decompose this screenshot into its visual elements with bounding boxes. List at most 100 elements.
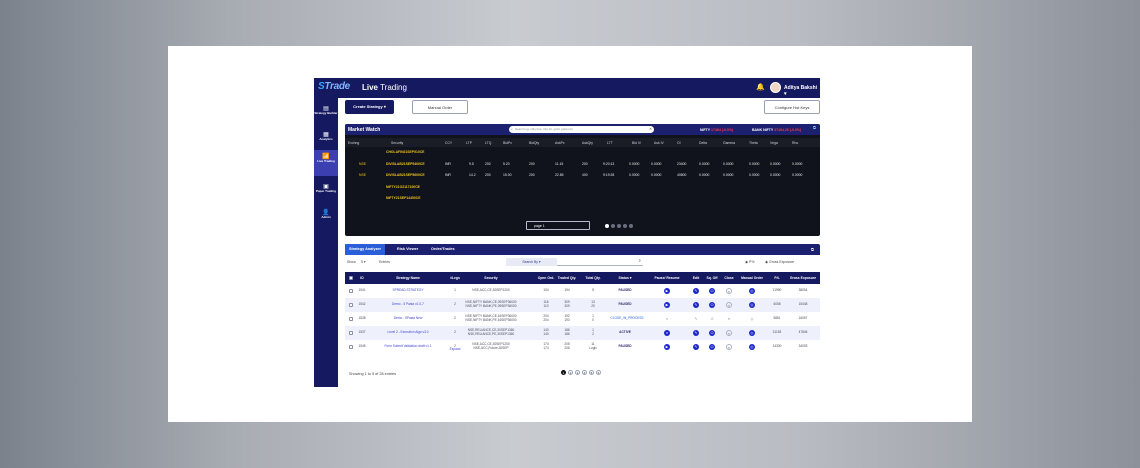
- strategy-name-link[interactable]: SPREAD STRATEGY: [393, 288, 424, 293]
- page-dot[interactable]: [611, 224, 615, 228]
- search-by-dropdown[interactable]: Search By ▾: [506, 258, 557, 266]
- table-row[interactable]: 1545 Form Submit Validation draft v1.1 2 Ex…: [345, 340, 820, 354]
- column-header: Strategy Name: [396, 276, 420, 280]
- strategy-name-link[interactable]: Demo - 5 Pasta v1.0-7: [392, 302, 424, 307]
- row-checkbox[interactable]: [349, 303, 353, 307]
- table-row[interactable]: 1542 Demo - 5 Pasta v1.0-7 2 NSE,NIFTY BANK…: [345, 298, 820, 312]
- edit-button[interactable]: ✎: [693, 302, 699, 308]
- search-icon: ⌕: [638, 258, 641, 263]
- row-checkbox[interactable]: [349, 345, 353, 349]
- pnl-toggle[interactable]: ◉ P%: [745, 260, 754, 264]
- configure-hot-keys-button[interactable]: Configure Hot Keys: [764, 100, 820, 114]
- square-off-button[interactable]: ⏻: [709, 288, 715, 294]
- pause-resume-button[interactable]: ▶: [664, 288, 670, 294]
- total-qty: 5: [592, 288, 594, 292]
- row-checkbox[interactable]: [349, 289, 353, 293]
- strategy-name-link[interactable]: Demo - 5Pasta New: [394, 316, 423, 321]
- strategy-search-input[interactable]: ⌕: [557, 258, 643, 266]
- market-value-cell: 200: [485, 161, 491, 166]
- close-button[interactable]: ✕: [726, 302, 732, 308]
- market-value-cell: 9:19:28: [603, 173, 615, 177]
- security-cell[interactable]: NIFTY21O2117100CE: [386, 185, 420, 189]
- market-watch-search-input[interactable]: ⌕ Search eg: nifty bnk, infy fut, gold, …: [509, 126, 654, 133]
- page-selector[interactable]: page 1: [526, 221, 590, 230]
- pnl-value: 6058: [773, 302, 781, 306]
- select-all-checkbox[interactable]: [349, 276, 353, 280]
- table-row[interactable]: 1541 SPREAD STRATEGY 1 NSE,ACC,CE,30SEP1200…: [345, 284, 820, 298]
- manual-order-button[interactable]: ◎: [749, 316, 755, 322]
- page-dot[interactable]: [605, 224, 609, 228]
- pause-resume-button[interactable]: ⏸: [664, 316, 670, 322]
- security-cell[interactable]: DIVISLAB21SEP5600CE: [386, 173, 425, 177]
- column-header: CCY: [445, 141, 453, 145]
- create-strategy-button[interactable]: Create Strategy ▾: [345, 100, 394, 114]
- pause-resume-button[interactable]: ▶: [664, 302, 670, 308]
- expand-icon[interactable]: ⧉: [813, 125, 816, 130]
- column-header: Bid IV: [632, 141, 642, 145]
- edit-button[interactable]: ✎: [693, 288, 699, 294]
- close-button[interactable]: ✕: [726, 344, 732, 350]
- page-button[interactable]: 4: [582, 370, 587, 375]
- close-button[interactable]: ✕: [726, 330, 732, 336]
- manual-order-button[interactable]: Manual Order: [412, 100, 468, 114]
- edit-button[interactable]: ✎: [693, 344, 699, 350]
- square-off-button[interactable]: ⏻: [709, 316, 715, 322]
- row-checkbox[interactable]: [349, 317, 353, 321]
- manual-order-button[interactable]: ◎: [749, 302, 755, 308]
- page-button[interactable]: 3: [575, 370, 580, 375]
- expand-legs-link[interactable]: Expand: [450, 347, 461, 352]
- sidebar-item-live-trading[interactable]: 📶 Live Trading: [314, 150, 338, 176]
- security-cell[interactable]: NIFTY21SEP14450CE: [386, 196, 421, 200]
- pause-resume-button[interactable]: ▶: [664, 344, 670, 350]
- sidebar-item-strategy-builder[interactable]: ▤ Strategy Builder: [314, 102, 338, 126]
- page-dot[interactable]: [623, 224, 627, 228]
- clear-icon[interactable]: ✕: [649, 126, 652, 133]
- page-button[interactable]: 6: [596, 370, 601, 375]
- page-button[interactable]: 1: [561, 370, 566, 375]
- manual-order-button[interactable]: ◎: [749, 344, 755, 350]
- security-cell[interactable]: CHOLAFIN21SEP510CE: [386, 150, 424, 154]
- market-value-cell: 0.0000: [699, 173, 710, 177]
- tab-order-trades[interactable]: Order/Trades: [427, 244, 459, 255]
- strategy-name-link[interactable]: Form Submit Validation draft v1.1: [384, 344, 431, 349]
- security-cell[interactable]: DIVISLAB21SEP5400CE: [386, 162, 425, 166]
- strategy-name-link[interactable]: Level 2 - Execution Algo v3.0: [387, 330, 428, 335]
- column-header: Pause/ Resume: [654, 276, 680, 280]
- square-off-button[interactable]: ⏻: [709, 330, 715, 336]
- tab-strategy-analyzer[interactable]: Strategy Analyzer: [345, 244, 385, 255]
- screenshot-card: STrade Live Trading 🔔 Aditya Bakshi ▾ ▤ …: [168, 46, 972, 422]
- tab-risk-viewer[interactable]: Risk Viewer: [393, 244, 422, 255]
- pause-resume-button[interactable]: ⏸: [664, 330, 670, 336]
- sidebar-item-analytics[interactable]: ▦ Analytics: [314, 128, 338, 152]
- edit-button[interactable]: ✎: [693, 316, 699, 322]
- table-row[interactable]: 1538 Demo - 5Pasta New 2 NSE,NIFTY BANK,CE,…: [345, 312, 820, 326]
- page-button[interactable]: 2: [568, 370, 573, 375]
- sidebar-item-admin[interactable]: 👤 Admin: [314, 206, 338, 230]
- table-row[interactable]: 1537 Level 2 - Execution Algo v3.0 2 NSE,RE…: [345, 326, 820, 340]
- square-off-button[interactable]: ⏻: [709, 302, 715, 308]
- notification-bell-icon[interactable]: 🔔: [756, 83, 765, 91]
- square-off-button[interactable]: ⏻: [709, 344, 715, 350]
- strategy-id: 1541: [358, 288, 366, 292]
- manual-order-button[interactable]: ◎: [749, 288, 755, 294]
- entries-select[interactable]: 5 ▾: [361, 260, 366, 264]
- avatar[interactable]: [770, 82, 781, 93]
- manual-order-button[interactable]: ◎: [749, 330, 755, 336]
- expand-icon[interactable]: ⧉: [811, 247, 814, 252]
- page-button[interactable]: 5: [589, 370, 594, 375]
- column-header: Delta: [699, 141, 707, 145]
- sidebar-item-paper-trading[interactable]: ▣ Paper Trading: [314, 180, 338, 204]
- gross-exposure-toggle[interactable]: ◉ Gross Exposure: [765, 260, 794, 264]
- close-button[interactable]: ✕: [726, 288, 732, 294]
- page-dot[interactable]: [629, 224, 633, 228]
- show-label: Show: [347, 260, 356, 264]
- close-button[interactable]: ✕: [726, 316, 732, 322]
- user-menu[interactable]: Aditya Bakshi ▾: [784, 85, 820, 97]
- column-header: BidQty: [529, 141, 540, 145]
- column-header: Traded Qty.: [557, 276, 577, 280]
- row-checkbox[interactable]: [349, 331, 353, 335]
- brand-logo[interactable]: STrade: [318, 81, 350, 92]
- security-cell: NSE,ACC,CE,30SEP1200: [472, 288, 510, 292]
- page-dot[interactable]: [617, 224, 621, 228]
- edit-button[interactable]: ✎: [693, 330, 699, 336]
